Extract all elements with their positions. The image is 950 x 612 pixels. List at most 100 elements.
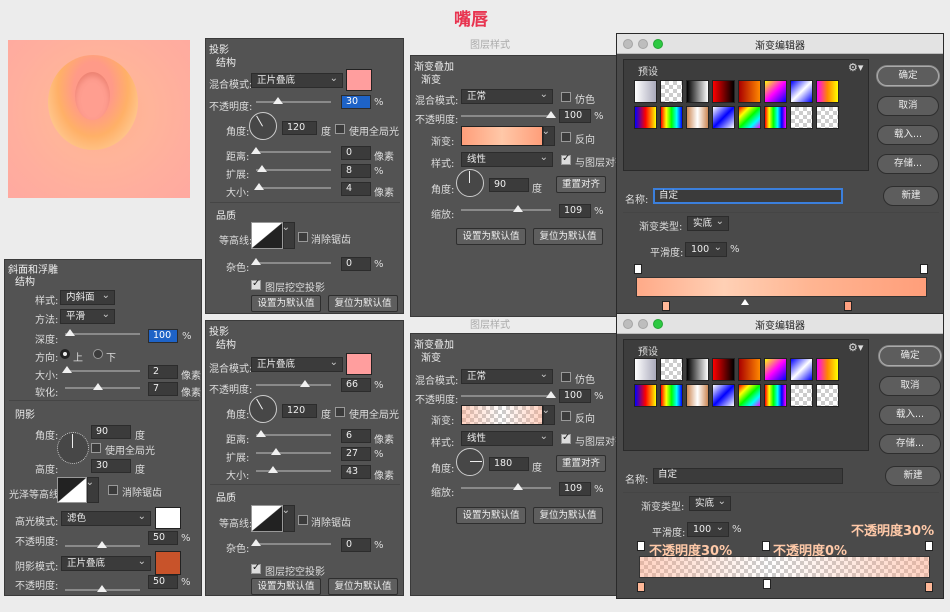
global-light-checkbox[interactable] [91,443,101,453]
scale-slider[interactable] [461,483,551,490]
preset-swatch[interactable] [790,384,813,407]
color-stop-1[interactable] [662,301,670,311]
size-slider[interactable] [62,366,140,373]
color-stop-3[interactable] [844,301,852,311]
reset-align-button[interactable]: 重置对齐 [556,176,606,193]
preset-swatch[interactable] [816,358,839,381]
preset-swatch[interactable] [790,358,813,381]
opacity-slider[interactable] [461,111,556,118]
gradient-bar[interactable] [639,556,930,578]
contour-picker[interactable] [251,222,283,249]
size-input[interactable]: 4 [341,182,371,196]
gradient-bar[interactable] [636,277,927,297]
load-button[interactable]: 载入... [877,125,939,145]
opacity-stop-right[interactable] [920,264,928,274]
color-stop-2[interactable] [763,579,771,589]
type-select[interactable]: 实底 [687,215,729,231]
shadow-color-swatch[interactable] [155,551,181,575]
make-default-button[interactable]: 设置为默认值 [251,295,321,312]
opacity-input[interactable]: 30 [341,95,371,109]
slider-knob[interactable] [62,366,72,373]
contour-dropdown[interactable] [282,221,295,249]
spread-slider[interactable] [256,448,331,455]
distance-input[interactable]: 0 [341,146,371,160]
name-input[interactable]: 自定 [653,188,843,204]
radio-down[interactable] [93,349,103,359]
altitude-input[interactable]: 30 [91,459,131,473]
smooth-input[interactable]: 100 [685,241,727,257]
slider-knob[interactable] [251,539,261,546]
angle-dial[interactable] [57,432,89,464]
angle-dial[interactable] [249,112,277,140]
preset-swatch[interactable] [816,106,839,129]
gradient-preview[interactable] [461,405,543,425]
style-select[interactable]: 内斜面 [60,289,115,305]
slider-knob[interactable] [513,205,523,212]
preset-swatch[interactable] [634,106,657,129]
slider-knob[interactable] [546,391,556,398]
spread-input[interactable]: 8 [341,164,371,178]
contour-dropdown[interactable] [282,504,295,532]
preset-swatch[interactable] [790,106,813,129]
preset-swatch[interactable] [738,106,761,129]
style-select[interactable]: 线性 [461,430,553,446]
scale-slider[interactable] [461,205,551,212]
slider-knob[interactable] [251,258,261,265]
preset-swatch[interactable] [764,80,787,103]
slider-knob[interactable] [273,97,283,104]
preset-swatch[interactable] [816,80,839,103]
preset-swatch[interactable] [634,80,657,103]
preset-swatch[interactable] [764,106,787,129]
distance-input[interactable]: 6 [341,429,371,443]
opacity-input[interactable]: 100 [559,109,591,123]
gear-icon[interactable]: ⚙▾ [848,61,863,74]
reset-default-button[interactable]: 复位为默认值 [328,578,398,595]
angle-input[interactable]: 120 [282,121,317,135]
color-stop-3[interactable] [925,582,933,592]
align-checkbox[interactable] [561,432,571,444]
blend-mode-select[interactable]: 正片叠底 [251,72,343,88]
scale-input[interactable]: 109 [559,204,591,218]
shadow-color-swatch[interactable] [346,353,372,375]
blend-mode-select[interactable]: 正片叠底 [251,356,343,372]
reverse-checkbox[interactable] [561,411,571,421]
highlight-color-swatch[interactable] [155,507,181,529]
slider-knob[interactable] [268,466,278,473]
angle-input[interactable]: 90 [489,178,529,192]
preset-swatch[interactable] [660,106,683,129]
name-input[interactable]: 自定 [653,468,843,484]
gradient-dropdown[interactable] [542,125,555,146]
gloss-contour-dropdown[interactable] [86,476,99,503]
reset-align-button[interactable]: 重置对齐 [556,455,606,472]
size-slider[interactable] [254,183,331,190]
preset-swatch[interactable] [712,106,735,129]
gradient-dropdown[interactable] [542,404,555,425]
highlight-mode-select[interactable]: 滤色 [61,510,151,526]
make-default-button[interactable]: 设置为默认值 [456,228,526,245]
blend-mode-select[interactable]: 正常 [461,368,553,384]
slider-knob[interactable] [93,383,103,390]
angle-dial[interactable] [456,448,484,476]
opacity-slider[interactable] [256,380,331,387]
size-input[interactable]: 2 [148,365,178,379]
ok-button[interactable]: 确定 [877,66,939,86]
method-select[interactable]: 平滑 [60,308,115,324]
new-button[interactable]: 新建 [885,466,941,486]
preset-swatch[interactable] [790,80,813,103]
angle-input[interactable]: 120 [282,404,317,418]
distance-slider[interactable] [251,147,331,154]
antialias-checkbox[interactable] [298,232,308,242]
preset-swatch[interactable] [686,358,709,381]
knockout-checkbox[interactable] [251,278,261,290]
global-light-checkbox[interactable] [335,124,345,134]
blend-mode-select[interactable]: 正常 [461,88,553,104]
gear-icon[interactable]: ⚙▾ [848,341,863,354]
preset-swatch[interactable] [764,358,787,381]
preset-swatch[interactable] [634,384,657,407]
opacity-slider[interactable] [461,391,556,398]
make-default-button[interactable]: 设置为默认值 [251,578,321,595]
angle-input[interactable]: 180 [489,457,529,471]
ok-button[interactable]: 确定 [879,346,941,366]
sh-opacity-input[interactable]: 50 [148,575,178,589]
size-input[interactable]: 43 [341,465,371,479]
